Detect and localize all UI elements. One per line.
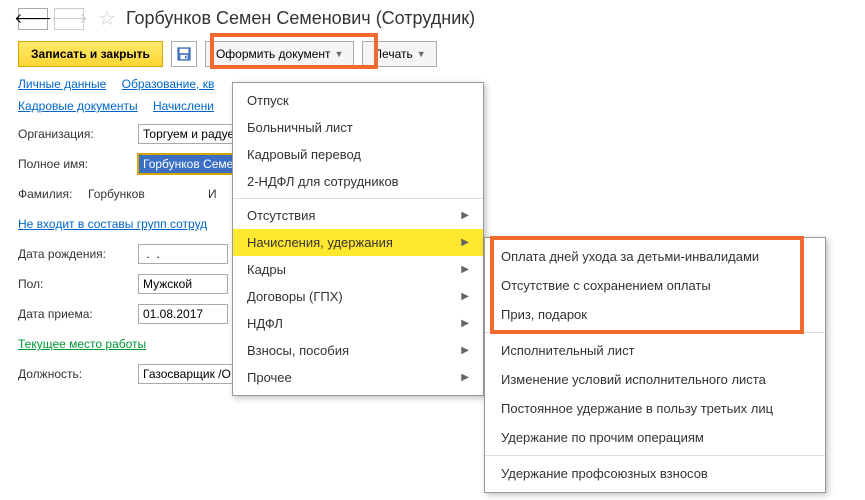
fullname-input[interactable] xyxy=(138,154,238,174)
menu-separator xyxy=(233,198,483,199)
surname-label: Фамилия: xyxy=(18,187,88,201)
chevron-right-icon: ▶ xyxy=(461,318,469,329)
submenu-item-other-deductions[interactable]: Удержание по прочим операциям xyxy=(485,423,825,452)
current-workplace-label: Текущее место работы xyxy=(18,337,146,351)
position-label: Должность: xyxy=(18,367,138,381)
caret-down-icon: ▼ xyxy=(335,49,344,59)
hire-date-label: Дата приема: xyxy=(18,307,138,321)
menu-item-sick-leave[interactable]: Больничный лист xyxy=(233,114,483,141)
surname-value: Горбунков xyxy=(88,187,208,201)
menu-item-hr-transfer[interactable]: Кадровый перевод xyxy=(233,141,483,168)
create-document-label: Оформить документ xyxy=(216,47,331,61)
create-document-button[interactable]: Оформить документ ▼ xyxy=(205,41,354,67)
favorite-star-icon[interactable]: ☆ xyxy=(98,6,116,31)
menu-item-absences[interactable]: Отсутствия▶ xyxy=(233,202,483,229)
menu-item-hr[interactable]: Кадры▶ xyxy=(233,256,483,283)
menu-item-accruals-deductions[interactable]: Начисления, удержания▶ xyxy=(233,229,483,256)
floppy-icon xyxy=(177,47,191,61)
submenu-item-disabled-children-care[interactable]: Оплата дней ухода за детьми-инвалидами xyxy=(485,242,825,271)
nav-back-button[interactable]: 🡐 xyxy=(18,8,48,30)
print-label: Печать xyxy=(373,47,412,61)
submenu-separator xyxy=(485,332,825,333)
link-personal-data[interactable]: Личные данные xyxy=(18,77,106,91)
chevron-right-icon: ▶ xyxy=(461,210,469,221)
menu-item-contracts-gph[interactable]: Договоры (ГПХ)▶ xyxy=(233,283,483,310)
save-and-close-button[interactable]: Записать и закрыть xyxy=(18,41,163,67)
org-label: Организация: xyxy=(18,127,138,141)
create-document-menu: Отпуск Больничный лист Кадровый перевод … xyxy=(232,82,484,396)
dob-label: Дата рождения: xyxy=(18,247,138,261)
chevron-right-icon: ▶ xyxy=(461,291,469,302)
chevron-right-icon: ▶ xyxy=(461,237,469,248)
submenu-item-permanent-deduction[interactable]: Постоянное удержание в пользу третьих ли… xyxy=(485,394,825,423)
submenu-item-union-dues[interactable]: Удержание профсоюзных взносов xyxy=(485,459,825,488)
fullname-label: Полное имя: xyxy=(18,157,138,171)
save-button[interactable] xyxy=(171,41,197,67)
link-accruals[interactable]: Начислени xyxy=(153,99,214,113)
menu-item-ndfl[interactable]: НДФЛ▶ xyxy=(233,310,483,337)
page-title: Горбунков Семен Семенович (Сотрудник) xyxy=(126,8,475,29)
menu-item-other[interactable]: Прочее▶ xyxy=(233,364,483,391)
chevron-right-icon: ▶ xyxy=(461,345,469,356)
menu-item-2ndfl[interactable]: 2-НДФЛ для сотрудников xyxy=(233,168,483,195)
sex-label: Пол: xyxy=(18,277,138,291)
dob-input[interactable] xyxy=(138,244,228,264)
print-button[interactable]: Печать ▼ xyxy=(362,41,436,67)
chevron-right-icon: ▶ xyxy=(461,264,469,275)
submenu-item-absence-paid[interactable]: Отсутствие с сохранением оплаты xyxy=(485,271,825,300)
nav-forward-button: 🡒 xyxy=(54,8,84,30)
hire-date-input[interactable] xyxy=(138,304,228,324)
caret-down-icon: ▼ xyxy=(417,49,426,59)
link-education[interactable]: Образование, кв xyxy=(122,77,215,91)
submenu-item-prize-gift[interactable]: Приз, подарок xyxy=(485,300,825,329)
groups-link[interactable]: Не входит в составы групп сотруд xyxy=(18,217,207,231)
name-label: И xyxy=(208,187,217,201)
submenu-item-writ-execution[interactable]: Исполнительный лист xyxy=(485,336,825,365)
menu-item-vacation[interactable]: Отпуск xyxy=(233,87,483,114)
chevron-right-icon: ▶ xyxy=(461,372,469,383)
submenu-item-writ-change[interactable]: Изменение условий исполнительного листа xyxy=(485,365,825,394)
accruals-submenu: Оплата дней ухода за детьми-инвалидами О… xyxy=(484,237,826,493)
sex-input[interactable] xyxy=(138,274,228,294)
submenu-separator xyxy=(485,455,825,456)
position-input[interactable] xyxy=(138,364,238,384)
link-hr-documents[interactable]: Кадровые документы xyxy=(18,99,138,113)
menu-item-contributions[interactable]: Взносы, пособия▶ xyxy=(233,337,483,364)
org-input[interactable] xyxy=(138,124,238,144)
